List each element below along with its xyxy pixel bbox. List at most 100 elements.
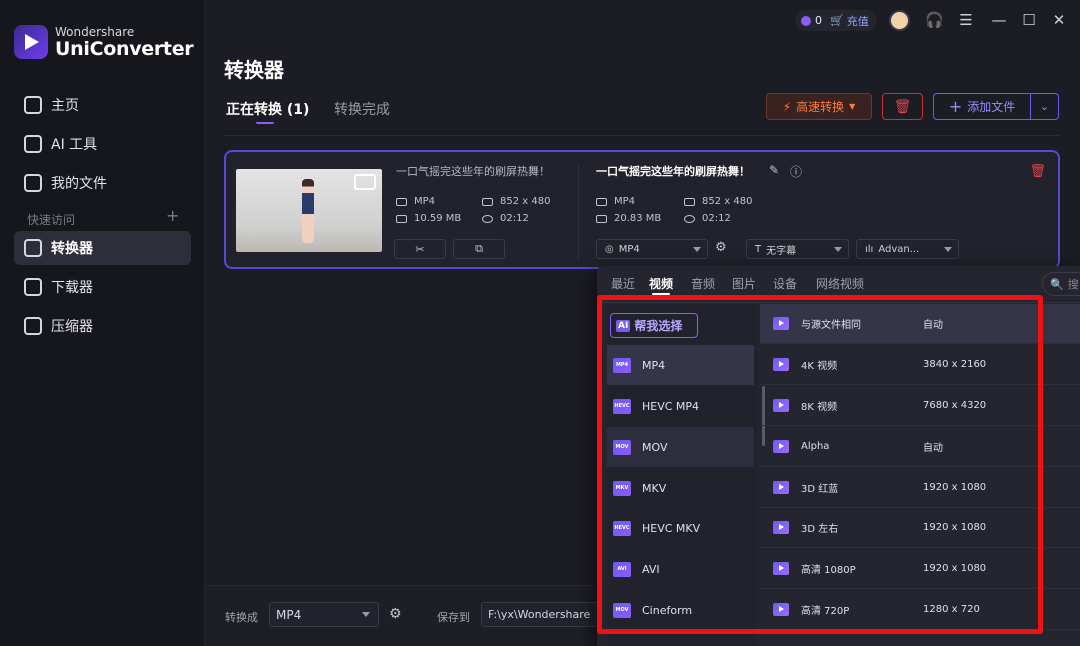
play-icon[interactable] — [354, 174, 376, 190]
cineform-format-icon: MOV — [613, 602, 631, 618]
brand-company: Wondershare — [55, 24, 135, 39]
format-item-hevc-mkv[interactable]: HEVC HEVC MKV — [607, 508, 754, 548]
settings-icon[interactable]: ⚙ — [715, 240, 727, 255]
ai-help-label: 帮我选择 — [634, 319, 683, 333]
download-icon — [24, 278, 42, 296]
format-item-avi[interactable]: AVI AVI — [607, 549, 754, 589]
delete-all-button[interactable]: 🗑 — [882, 93, 923, 120]
recharge-label: 充值 — [846, 14, 869, 28]
crop-icon: ⧉ — [475, 242, 483, 255]
save-to-label: 保存到 — [437, 611, 470, 624]
sidebar-item-label: 转换器 — [51, 241, 93, 257]
gem-icon — [801, 15, 811, 26]
convert-to-dropdown[interactable]: MP4 — [269, 602, 379, 627]
preset-item[interactable]: Alpha 自动 — [760, 427, 1080, 467]
tab-web-video[interactable]: 网络视频 — [816, 275, 864, 292]
video-preset-icon — [773, 358, 789, 371]
video-icon — [396, 197, 407, 206]
subtitle-dropdown[interactable]: T 无字幕 — [746, 239, 849, 259]
chevron-down-icon — [834, 247, 842, 252]
converter-icon — [24, 239, 42, 257]
chevron-down-icon — [693, 247, 701, 252]
app-logo-icon — [14, 25, 48, 59]
target-duration: 02:12 — [684, 213, 731, 224]
format-item-mov[interactable]: MOV MOV — [607, 427, 754, 467]
preset-item[interactable]: 3D 左右 1920 x 1080 — [760, 508, 1080, 548]
preset-item[interactable]: 高清 1080P 1920 x 1080 — [760, 549, 1080, 589]
mkv-format-icon: MKV — [613, 480, 631, 496]
minimize-icon[interactable]: — — [990, 11, 1008, 29]
info-icon[interactable]: ⓘ — [790, 163, 802, 180]
tab-video[interactable]: 视频 — [649, 275, 673, 295]
edit-icon[interactable]: ✎ — [769, 163, 779, 177]
menu-icon[interactable]: ☰ — [957, 11, 975, 29]
video-preset-icon — [773, 317, 789, 330]
add-file-button[interactable]: + 添加文件 — [933, 93, 1031, 120]
video-thumbnail[interactable] — [236, 169, 382, 252]
format-item-mp4[interactable]: MP4 MP4 — [607, 345, 754, 385]
preset-item[interactable]: 4K 视频 3840 x 2160 — [760, 345, 1080, 385]
preset-item[interactable]: 3D 红蓝 1920 x 1080 — [760, 468, 1080, 508]
target-size: 20.83 MB — [596, 213, 661, 224]
format-item-mkv[interactable]: MKV MKV — [607, 468, 754, 508]
sidebar-item-home[interactable]: 主页 — [14, 88, 191, 122]
format-item-hevc-mp4[interactable]: HEVC HEVC MP4 — [607, 386, 754, 426]
avatar[interactable] — [889, 10, 910, 31]
add-file-dropdown[interactable]: ⌄ — [1031, 93, 1059, 120]
tab-converting[interactable]: 正在转换 (1) — [226, 99, 309, 124]
search-input[interactable]: 🔍 搜 — [1042, 272, 1080, 296]
maximize-icon[interactable]: ☐ — [1020, 11, 1038, 29]
format-item-cineform[interactable]: MOV Cineform — [607, 590, 754, 630]
output-format-value: MP4 — [618, 243, 640, 255]
tab-device[interactable]: 设备 — [773, 275, 797, 292]
sidebar-item-ai-tools[interactable]: AI 工具 — [14, 127, 191, 161]
compress-icon — [24, 317, 42, 335]
audio-dropdown[interactable]: ılı Advan... — [856, 239, 959, 259]
fast-convert-button[interactable]: ⚡ 高速转换 ▼ — [766, 93, 872, 120]
format-popup: 最近 视频 音频 图片 设备 网络视频 🔍 搜 AI 帮我选择 MP4 MP4 H… — [597, 266, 1080, 646]
preset-list: 与源文件相同 自动 4K 视频 3840 x 2160 8K 视频 7680 x 43… — [760, 304, 1080, 646]
brand: Wondershare UniConverter — [14, 24, 194, 59]
crop-button[interactable]: ⧉ — [453, 239, 505, 259]
format-list: AI 帮我选择 MP4 MP4 HEVC HEVC MP4 MOV MOV MKV MK… — [607, 304, 765, 646]
save-to-field[interactable]: F:\yx\Wondershare — [481, 602, 605, 627]
output-format-dropdown[interactable]: ◎ MP4 — [596, 239, 708, 259]
trash-icon[interactable]: 🗑 — [1029, 164, 1046, 179]
tab-image[interactable]: 图片 — [732, 275, 756, 292]
avi-format-icon: AVI — [613, 561, 631, 577]
tab-audio[interactable]: 音频 — [691, 275, 715, 292]
file-card[interactable]: 一口气摇完这些年的刷屏热舞！ MP4 852 x 480 10.59 MB 02… — [224, 150, 1060, 269]
trim-button[interactable]: ✂ — [394, 239, 446, 259]
target-format: MP4 — [596, 196, 635, 207]
credit-badge[interactable]: 0 🛒 充值 — [795, 10, 877, 31]
sidebar-item-downloader[interactable]: 下载器 — [14, 270, 191, 304]
hevc-format-icon: HEVC — [613, 398, 631, 414]
plus-icon: + — [948, 97, 963, 116]
format-icon: ◎ — [605, 243, 614, 255]
close-icon[interactable]: ✕ — [1050, 11, 1068, 29]
target-resolution: 852 x 480 — [684, 196, 752, 207]
tab-recent[interactable]: 最近 — [611, 275, 635, 292]
preset-item[interactable]: 与源文件相同 自动 — [760, 304, 1080, 344]
ai-icon: AI — [616, 319, 631, 332]
preset-item[interactable]: 高清 720P 1280 x 720 — [760, 590, 1080, 630]
quick-access-label: 快速访问 — [27, 213, 76, 227]
tab-finished[interactable]: 转换完成 — [334, 99, 390, 119]
clock-icon — [684, 214, 695, 223]
resolution-icon — [482, 197, 493, 206]
headset-icon[interactable]: 🎧 — [925, 11, 944, 29]
sidebar-item-converter[interactable]: 转换器 — [14, 231, 191, 265]
video-preset-icon — [773, 562, 789, 575]
search-icon: 🔍 — [1050, 277, 1064, 291]
hevc-format-icon: HEVC — [613, 520, 631, 536]
add-quick-access-button[interactable]: + — [166, 206, 179, 225]
subtitle-icon: T — [755, 243, 762, 255]
divider — [224, 135, 1060, 136]
sidebar-item-my-files[interactable]: 我的文件 — [14, 166, 191, 200]
sidebar-item-compressor[interactable]: 压缩器 — [14, 309, 191, 343]
preset-item[interactable]: 8K 视频 7680 x 4320 — [760, 386, 1080, 426]
home-icon — [24, 96, 42, 114]
ai-help-button[interactable]: AI 帮我选择 — [610, 313, 698, 338]
sidebar: Wondershare UniConverter 主页 AI 工具 我的文件 快… — [0, 0, 205, 646]
settings-icon[interactable]: ⚙ — [389, 606, 402, 622]
